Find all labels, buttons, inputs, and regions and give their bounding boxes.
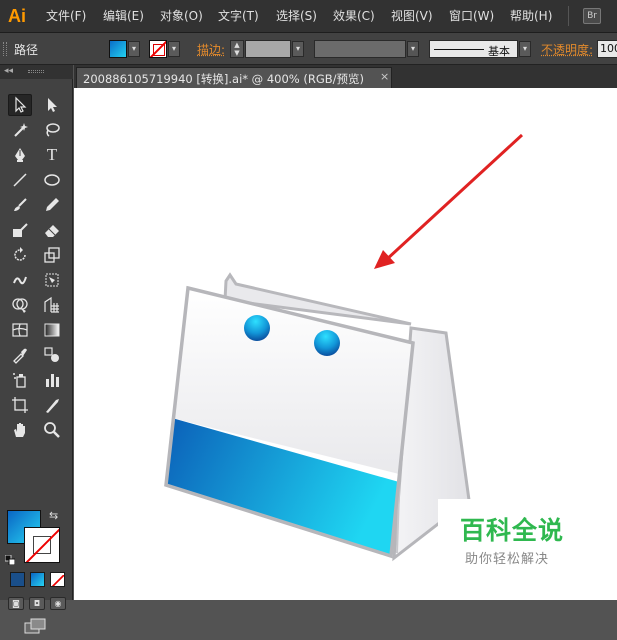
menu-file[interactable]: 文件(F) <box>46 8 86 24</box>
watermark-title: 百科全说 <box>460 516 565 545</box>
watermark-subtitle: 助你轻松解决 <box>465 552 550 567</box>
tools-panel: ◂◂ T ⇆ ◙ ◘ ◉ <box>0 65 73 634</box>
symbol-sprayer-tool-icon[interactable] <box>8 369 32 391</box>
magic-wand-tool-icon[interactable] <box>8 119 32 141</box>
selection-tool-icon[interactable] <box>8 94 32 116</box>
stroke-color-box[interactable] <box>24 527 60 563</box>
rotate-tool-icon[interactable] <box>8 244 32 266</box>
mesh-tool-icon[interactable] <box>8 319 32 341</box>
perspective-grid-tool-icon[interactable] <box>40 294 64 316</box>
document-tab[interactable]: 200886105719940 [转换].ai* @ 400% (RGB/预览)… <box>76 67 392 88</box>
direct-selection-tool-icon[interactable] <box>40 94 64 116</box>
draw-normal-icon[interactable]: ◙ <box>8 597 24 610</box>
pen-tool-icon[interactable] <box>8 144 32 166</box>
gradient-mode-button[interactable] <box>30 572 45 587</box>
app-logo[interactable]: Ai <box>8 5 36 27</box>
pencil-tool-icon[interactable] <box>40 194 64 216</box>
slice-tool-icon[interactable] <box>40 394 64 416</box>
eraser-tool-icon[interactable] <box>40 219 64 241</box>
draw-inside-icon[interactable]: ◉ <box>50 597 66 610</box>
menu-view[interactable]: 视图(V) <box>391 8 433 24</box>
handle-hole-right <box>314 330 340 356</box>
brush-definition-select[interactable]: 基本 <box>429 40 518 58</box>
stroke-weight-spinner-icon[interactable]: ▲ ▼ <box>230 40 244 58</box>
control-bar: 路径 ▾ ▾ 描边: ▲▼ ▾ ▾ 基本 ▾ 不透明度: 100 <box>0 33 617 65</box>
eyedropper-tool-icon[interactable] <box>8 344 32 366</box>
menu-bar: Ai 文件(F) 编辑(E) 对象(O) 文字(T) 选择(S) 效果(C) 视… <box>0 0 617 33</box>
collapse-panel-icon[interactable]: ◂◂ <box>4 66 13 76</box>
red-arrow-annotation <box>374 133 524 269</box>
stroke-weight-dropdown-icon[interactable]: ▾ <box>292 41 304 57</box>
color-mode-button[interactable] <box>10 572 25 587</box>
menu-object[interactable]: 对象(O) <box>160 8 203 24</box>
panel-grip-icon[interactable] <box>3 42 7 56</box>
artboard-canvas[interactable]: 百科全说 助你轻松解决 <box>74 88 617 600</box>
stroke-color-swatch[interactable] <box>149 40 167 58</box>
zoom-tool-icon[interactable] <box>40 419 64 441</box>
line-tool-icon[interactable] <box>8 169 32 191</box>
column-graph-tool-icon[interactable] <box>40 369 64 391</box>
type-tool-icon[interactable]: T <box>40 144 64 166</box>
menu-help[interactable]: 帮助(H) <box>510 8 552 24</box>
brush-stroke-preview <box>434 49 484 50</box>
lasso-tool-icon[interactable] <box>40 119 64 141</box>
hand-tool-icon[interactable] <box>8 419 32 441</box>
stroke-weight-label[interactable]: 描边: <box>197 41 225 58</box>
default-fill-stroke-icon[interactable] <box>4 550 16 566</box>
brush-dropdown-icon[interactable]: ▾ <box>519 41 531 57</box>
paintbrush-tool-icon[interactable] <box>8 194 32 216</box>
menu-type[interactable]: 文字(T) <box>218 8 259 24</box>
stroke-weight-input[interactable] <box>245 40 291 58</box>
selection-type-label: 路径 <box>14 43 39 57</box>
bridge-button[interactable]: Br <box>583 8 601 24</box>
opacity-label[interactable]: 不透明度: <box>541 41 593 58</box>
screen-mode-icon[interactable] <box>24 618 46 636</box>
width-profile-dropdown-icon[interactable]: ▾ <box>407 41 419 57</box>
watermark-badge: 百科全说 助你轻松解决 <box>438 499 599 575</box>
gradient-tool-icon[interactable] <box>40 319 64 341</box>
variable-width-profile-select[interactable] <box>314 40 406 58</box>
document-tab-bar: 200886105719940 [转换].ai* @ 400% (RGB/预览)… <box>74 65 617 88</box>
stroke-none-indicator <box>33 536 51 554</box>
menu-select[interactable]: 选择(S) <box>276 8 317 24</box>
shape-builder-tool-icon[interactable] <box>8 294 32 316</box>
menu-divider <box>568 6 569 26</box>
fill-color-swatch[interactable] <box>109 40 127 58</box>
close-icon[interactable]: × <box>380 70 389 83</box>
blend-tool-icon[interactable] <box>40 344 64 366</box>
free-transform-tool-icon[interactable] <box>40 269 64 291</box>
warp-tool-icon[interactable] <box>8 269 32 291</box>
document-tab-title: 200886105719940 [转换].ai* @ 400% (RGB/预览) <box>83 72 365 86</box>
artboard-tool-icon[interactable] <box>8 394 32 416</box>
opacity-input[interactable]: 100 <box>597 40 617 58</box>
blob-brush-tool-icon[interactable] <box>8 219 32 241</box>
none-mode-button[interactable] <box>50 572 65 587</box>
menu-effect[interactable]: 效果(C) <box>333 8 375 24</box>
handle-hole-left <box>244 315 270 341</box>
menu-edit[interactable]: 编辑(E) <box>103 8 144 24</box>
swap-fill-stroke-icon[interactable]: ⇆ <box>49 509 58 522</box>
ellipse-tool-icon[interactable] <box>40 169 64 191</box>
tools-panel-header: ◂◂ <box>0 65 73 79</box>
menu-window[interactable]: 窗口(W) <box>449 8 494 24</box>
fill-dropdown-arrow-icon[interactable]: ▾ <box>128 41 140 57</box>
panel-grip-icon[interactable] <box>28 70 44 73</box>
scale-tool-icon[interactable] <box>40 244 64 266</box>
draw-behind-icon[interactable]: ◘ <box>29 597 45 610</box>
brush-definition-label: 基本 <box>488 45 510 58</box>
stroke-dropdown-arrow-icon[interactable]: ▾ <box>168 41 180 57</box>
